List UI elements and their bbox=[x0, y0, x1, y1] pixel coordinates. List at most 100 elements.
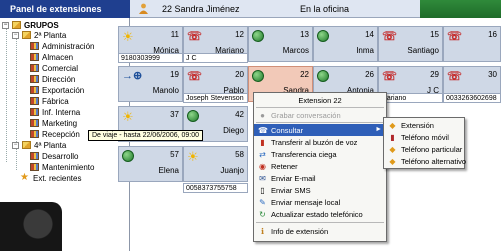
tree-item-mantenimiento[interactable]: Mantenimiento bbox=[30, 162, 94, 172]
submenu-item-alternativo[interactable]: ◆ Teléfono alternativo bbox=[384, 155, 466, 167]
extension-58[interactable]: ☀ 58 Juanjo bbox=[183, 146, 248, 182]
menu-item-email[interactable]: ✉ Enviar E-mail bbox=[254, 172, 386, 184]
phone-busy-icon: ☏ bbox=[447, 29, 463, 43]
tree-group-2a-planta[interactable]: − 2ª Planta bbox=[12, 30, 66, 40]
extension-57[interactable]: 57 Elena bbox=[118, 146, 183, 182]
phone-busy-icon: ☏ bbox=[382, 69, 398, 83]
agent-extension: 22 Sandra Jiménez bbox=[162, 4, 240, 14]
department-icon bbox=[30, 108, 39, 116]
extension-19[interactable]: →⊕ 19 Manolo bbox=[118, 66, 183, 102]
star-icon: ★ bbox=[20, 172, 29, 183]
menu-item-grabar: ● Grabar conversación bbox=[254, 109, 386, 121]
user-photo bbox=[0, 202, 62, 251]
tree-item-administracion[interactable]: Administración bbox=[30, 41, 94, 51]
extension-info-strip: Mariano bbox=[378, 93, 443, 103]
mobile-phone-icon: ▮ bbox=[390, 132, 395, 142]
sms-icon: ▯ bbox=[260, 185, 265, 195]
menu-item-sms[interactable]: ▯ Enviar SMS bbox=[254, 184, 386, 196]
tree-root[interactable]: − GRUPOS bbox=[2, 20, 59, 30]
available-icon bbox=[252, 70, 264, 82]
tree-item-fabrica[interactable]: Fábrica bbox=[30, 96, 69, 106]
record-icon: ● bbox=[260, 110, 265, 120]
extension-info-strip: 0058373755758 bbox=[183, 183, 248, 193]
transfer-icon: ⇄ bbox=[259, 149, 266, 159]
context-menu-title: Extension 22 bbox=[298, 96, 342, 105]
extension-14[interactable]: 14 Inma bbox=[313, 26, 378, 62]
department-icon bbox=[30, 75, 39, 83]
tree-item-recepcion[interactable]: Recepción bbox=[30, 129, 80, 139]
agent-status[interactable]: En la oficina bbox=[300, 0, 349, 18]
department-icon bbox=[30, 42, 39, 50]
home-phone-icon: ◆ bbox=[389, 144, 396, 154]
call-forward-icon: →⊕ bbox=[122, 70, 143, 82]
submenu-item-movil[interactable]: ▮ Teléfono móvil bbox=[384, 131, 464, 143]
panel-title: Panel de extensiones bbox=[0, 0, 130, 18]
extension-info-strip: 9180303999 bbox=[118, 53, 183, 63]
tree-item-ext-recientes[interactable]: ★ Ext. recientes bbox=[20, 173, 81, 183]
tree-item-direccion[interactable]: Dirección bbox=[30, 74, 75, 84]
message-icon: ✎ bbox=[259, 197, 266, 207]
phone-busy-icon: ☏ bbox=[187, 69, 203, 83]
top-bar: Panel de extensiones 22 Sandra Jiménez E… bbox=[0, 0, 501, 18]
extension-13[interactable]: 13 Marcos bbox=[248, 26, 313, 62]
available-icon bbox=[122, 150, 134, 162]
extension-16[interactable]: ☏ 16 bbox=[443, 26, 501, 62]
menu-item-consultar[interactable]: ☎ Consultar ► bbox=[254, 124, 386, 136]
phone-busy-icon: ☏ bbox=[382, 29, 398, 43]
submenu-arrow-icon: ► bbox=[375, 126, 382, 133]
menu-item-info[interactable]: ℹ Info de extensión bbox=[254, 225, 386, 237]
department-icon bbox=[30, 130, 39, 138]
absence-tooltip: De viaje - hasta 22/06/2006, 09:00 bbox=[88, 130, 204, 141]
submenu-item-extension[interactable]: ◆ Extensión bbox=[384, 119, 464, 131]
consult-icon: ☎ bbox=[258, 125, 268, 135]
voicemail-icon: ▮ bbox=[260, 137, 265, 147]
info-icon: ℹ bbox=[260, 226, 265, 236]
tree-item-exportacion[interactable]: Exportación bbox=[30, 85, 84, 95]
sun-icon: ☀ bbox=[122, 29, 134, 44]
tree-item-marketing[interactable]: Marketing bbox=[30, 118, 77, 128]
submenu-item-particular[interactable]: ◆ Teléfono particular bbox=[384, 143, 464, 155]
email-icon: ✉ bbox=[259, 173, 266, 183]
available-icon bbox=[317, 70, 329, 82]
tree-item-desarrollo[interactable]: Desarrollo bbox=[30, 151, 78, 161]
menu-item-actualizar[interactable]: ↻ Actualizar estado telefónico bbox=[254, 208, 386, 220]
phone-busy-icon: ☏ bbox=[447, 69, 463, 83]
department-icon bbox=[30, 53, 39, 61]
extension-info-strip: J C bbox=[183, 53, 248, 63]
phone-busy-icon: ☏ bbox=[187, 29, 203, 43]
collapse-icon[interactable]: − bbox=[2, 21, 9, 29]
department-icon bbox=[30, 97, 39, 105]
available-icon bbox=[317, 30, 329, 42]
sun-icon: ☀ bbox=[122, 109, 134, 124]
agent-person-icon bbox=[139, 3, 148, 14]
collapse-icon[interactable]: − bbox=[12, 141, 19, 149]
department-icon bbox=[30, 64, 39, 72]
extension-icon: ◆ bbox=[389, 120, 396, 130]
tree-group-4a-planta[interactable]: − 4ª Planta bbox=[12, 140, 66, 150]
menu-item-mensaje-local[interactable]: ✎ Enviar mensaje local bbox=[254, 196, 386, 208]
tree-item-comercial[interactable]: Comercial bbox=[30, 63, 78, 73]
department-icon bbox=[30, 119, 39, 127]
menu-item-buzon[interactable]: ▮ Transferir al buzón de voz bbox=[254, 136, 386, 148]
refresh-icon: ↻ bbox=[259, 209, 266, 219]
extension-info-strip: 0033263602698 bbox=[443, 93, 501, 103]
available-icon bbox=[187, 110, 199, 122]
hold-icon: ◉ bbox=[259, 161, 266, 171]
alternate-phone-icon: ◆ bbox=[389, 156, 396, 166]
menu-item-transferencia-ciega[interactable]: ⇄ Transferencia ciega bbox=[254, 148, 386, 160]
available-icon bbox=[252, 30, 264, 42]
tree-item-inf-interna[interactable]: Inf. Interna bbox=[30, 107, 80, 117]
groups-icon bbox=[12, 21, 21, 29]
group-folder-icon bbox=[22, 141, 31, 149]
extension-info-strip: Joseph Stevenson bbox=[183, 93, 248, 103]
consultar-submenu: ◆ Extensión ▮ Teléfono móvil ◆ Teléfono … bbox=[383, 117, 466, 169]
sun-icon: ☀ bbox=[187, 149, 199, 164]
extension-context-menu: Extension 22 ● Grabar conversación ☎ Con… bbox=[253, 92, 387, 242]
extension-15[interactable]: ☏ 15 Santiago bbox=[378, 26, 443, 62]
tree-item-almacen[interactable]: Almacen bbox=[30, 52, 73, 62]
menu-item-retener[interactable]: ◉ Retener bbox=[254, 160, 386, 172]
department-icon bbox=[30, 86, 39, 94]
collapse-icon[interactable]: − bbox=[12, 31, 19, 39]
department-icon bbox=[30, 152, 39, 160]
department-icon bbox=[30, 163, 39, 171]
